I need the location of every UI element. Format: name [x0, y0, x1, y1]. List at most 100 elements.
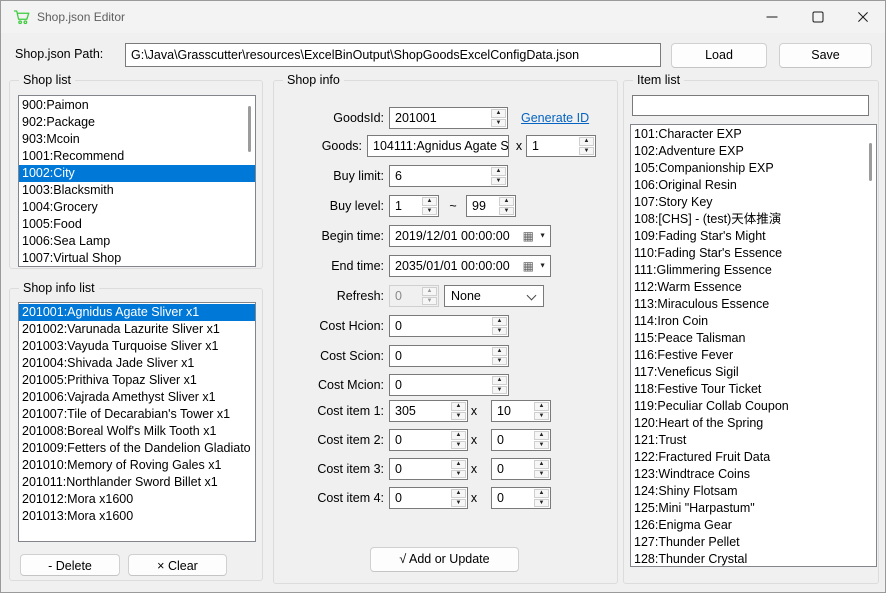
item-listbox[interactable]: 101:Character EXP102:Adventure EXP105:Co… — [630, 124, 877, 567]
item-list-item[interactable]: 106:Original Resin — [631, 177, 876, 194]
spin-buttons[interactable] — [492, 376, 507, 394]
spin-up-icon[interactable] — [499, 197, 514, 206]
spin-down-icon[interactable] — [534, 470, 549, 479]
begin-time-value[interactable]: 2019/12/01 00:00:00 — [395, 226, 510, 246]
spin-up-icon[interactable] — [534, 431, 549, 440]
spin-up-icon[interactable] — [492, 317, 507, 326]
spin-down-icon[interactable] — [422, 207, 437, 216]
shop-info-list-item[interactable]: 201008:Boreal Wolf's Milk Tooth x1 — [19, 423, 255, 440]
cost-item-count-value[interactable]: 0 — [497, 430, 533, 450]
item-list-item[interactable]: 116:Festive Fever — [631, 347, 876, 364]
buy-limit-spinner[interactable]: 6 — [389, 165, 508, 187]
spin-down-icon[interactable] — [534, 441, 549, 450]
spin-down-icon[interactable] — [451, 499, 466, 508]
chevron-down-icon[interactable] — [527, 291, 537, 301]
spin-up-icon[interactable] — [451, 431, 466, 440]
cost-item-id-value[interactable]: 0 — [395, 488, 450, 508]
spin-buttons[interactable] — [492, 317, 507, 335]
cost-item-id-value[interactable]: 305 — [395, 401, 450, 421]
shop-list-item[interactable]: 903:Mcoin — [19, 131, 255, 148]
goods-count-value[interactable]: 1 — [532, 136, 578, 156]
spin-up-icon[interactable] — [579, 137, 594, 146]
item-list-item[interactable]: 121:Trust — [631, 432, 876, 449]
spin-down-icon[interactable] — [491, 177, 506, 186]
minimize-button[interactable] — [750, 1, 794, 33]
cost-item-count-value[interactable]: 0 — [497, 488, 533, 508]
spin-buttons[interactable] — [451, 460, 466, 478]
spin-up-icon[interactable] — [451, 402, 466, 411]
spin-buttons[interactable] — [422, 197, 437, 215]
spin-up-icon[interactable] — [491, 109, 506, 118]
load-button[interactable]: Load — [671, 43, 767, 68]
shop-info-list-item[interactable]: 201011:Northlander Sword Billet x1 — [19, 474, 255, 491]
shop-list-item[interactable]: 1007:Virtual Shop — [19, 250, 255, 267]
goodsid-value[interactable]: 201001 — [395, 108, 490, 128]
goods-input[interactable]: 104111:Agnidus Agate S — [367, 135, 509, 157]
spin-down-icon[interactable] — [499, 207, 514, 216]
cost-scion-spinner[interactable]: 0 — [389, 345, 509, 367]
item-list-item[interactable]: 126:Enigma Gear — [631, 517, 876, 534]
shop-info-list-item[interactable]: 201004:Shivada Jade Sliver x1 — [19, 355, 255, 372]
spin-up-icon[interactable] — [492, 376, 507, 385]
shop-list-scrollbar-thumb[interactable] — [248, 106, 251, 152]
shop-list-item[interactable]: 1003:Blacksmith — [19, 182, 255, 199]
goods-count-spinner[interactable]: 1 — [526, 135, 596, 157]
item-list-item[interactable]: 119:Peculiar Collab Coupon — [631, 398, 876, 415]
spin-down-icon[interactable] — [534, 412, 549, 421]
spin-up-icon[interactable] — [534, 460, 549, 469]
spin-buttons[interactable] — [491, 167, 506, 185]
spin-buttons[interactable] — [534, 489, 549, 507]
shop-info-list-item[interactable]: 201007:Tile of Decarabian's Tower x1 — [19, 406, 255, 423]
cost-item-id-spinner[interactable]: 0 — [389, 429, 468, 451]
maximize-button[interactable] — [796, 1, 840, 33]
item-list-item[interactable]: 123:Windtrace Coins — [631, 466, 876, 483]
shop-info-list-item[interactable]: 201013:Mora x1600 — [19, 508, 255, 525]
item-list-item[interactable]: 108:[CHS] - (test)天体推演 — [631, 211, 876, 228]
item-list-item[interactable]: 114:Iron Coin — [631, 313, 876, 330]
spin-down-icon[interactable] — [491, 119, 506, 128]
spin-buttons[interactable] — [534, 402, 549, 420]
shop-info-list-item[interactable]: 201012:Mora x1600 — [19, 491, 255, 508]
item-list-item[interactable]: 120:Heart of the Spring — [631, 415, 876, 432]
item-list-item[interactable]: 125:Mini "Harpastum" — [631, 500, 876, 517]
spin-buttons[interactable] — [451, 431, 466, 449]
item-list-item[interactable]: 128:Thunder Crystal — [631, 551, 876, 567]
item-list-item[interactable]: 109:Fading Star's Might — [631, 228, 876, 245]
save-button[interactable]: Save — [779, 43, 872, 68]
spin-down-icon[interactable] — [534, 499, 549, 508]
shop-info-listbox[interactable]: 201001:Agnidus Agate Sliver x1201002:Var… — [18, 302, 256, 542]
spin-up-icon[interactable] — [534, 402, 549, 411]
generate-id-link[interactable]: Generate ID — [521, 107, 589, 129]
spin-up-icon[interactable] — [451, 489, 466, 498]
cost-mcion-value[interactable]: 0 — [395, 375, 491, 395]
spin-buttons[interactable] — [579, 137, 594, 155]
cost-item-count-spinner[interactable]: 0 — [491, 487, 551, 509]
spin-buttons[interactable] — [534, 431, 549, 449]
item-list-item[interactable]: 102:Adventure EXP — [631, 143, 876, 160]
item-list-item[interactable]: 112:Warm Essence — [631, 279, 876, 296]
shop-list-item[interactable]: 900:Paimon — [19, 97, 255, 114]
cost-hcion-value[interactable]: 0 — [395, 316, 491, 336]
spin-down-icon[interactable] — [451, 441, 466, 450]
item-list-item[interactable]: 111:Glimmering Essence — [631, 262, 876, 279]
spin-down-icon[interactable] — [451, 470, 466, 479]
item-list-item[interactable]: 101:Character EXP — [631, 126, 876, 143]
cost-item-id-value[interactable]: 0 — [395, 430, 450, 450]
shop-info-list-item[interactable]: 201009:Fetters of the Dandelion Gladiato — [19, 440, 255, 457]
item-list-scrollbar-thumb[interactable] — [869, 143, 872, 181]
spin-buttons[interactable] — [492, 347, 507, 365]
cost-scion-value[interactable]: 0 — [395, 346, 491, 366]
shop-info-list-item[interactable]: 201006:Vajrada Amethyst Sliver x1 — [19, 389, 255, 406]
shop-list-item[interactable]: 1002:City — [19, 165, 255, 182]
item-list-item[interactable]: 127:Thunder Pellet — [631, 534, 876, 551]
cost-mcion-spinner[interactable]: 0 — [389, 374, 509, 396]
shop-info-list-item[interactable]: 201010:Memory of Roving Gales x1 — [19, 457, 255, 474]
shop-info-list-item[interactable]: 201001:Agnidus Agate Sliver x1 — [19, 304, 255, 321]
goodsid-spinner[interactable]: 201001 — [389, 107, 508, 129]
cost-item-id-spinner[interactable]: 305 — [389, 400, 468, 422]
shop-list-item[interactable]: 1001:Recommend — [19, 148, 255, 165]
spin-down-icon[interactable] — [451, 412, 466, 421]
refresh-mode-value[interactable]: None — [451, 286, 481, 306]
spin-down-icon[interactable] — [579, 147, 594, 156]
shop-info-list-item[interactable]: 201005:Prithiva Topaz Sliver x1 — [19, 372, 255, 389]
